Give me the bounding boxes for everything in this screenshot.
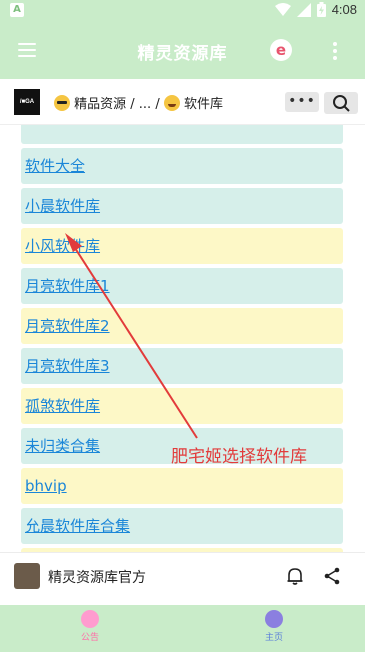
- breadcrumb-path[interactable]: 精品资源 / ... /: [74, 97, 160, 112]
- battery-icon: [316, 2, 326, 17]
- more-button[interactable]: •••: [285, 92, 319, 112]
- list-item-link[interactable]: 未归类合集: [25, 437, 100, 455]
- list-item[interactable]: 小晨软件库: [21, 188, 343, 224]
- notification-icon: A: [10, 3, 24, 17]
- sunglasses-emoji-icon: [54, 95, 70, 111]
- breadcrumb: 精品资源 / ... / 软件库: [54, 93, 223, 112]
- list-item[interactable]: 月亮软件库2: [21, 308, 343, 344]
- site-logo[interactable]: /■GA: [14, 89, 40, 115]
- list-item[interactable]: [21, 125, 343, 144]
- list-item-link[interactable]: 小晨软件库: [25, 197, 100, 215]
- tab-home[interactable]: 主页: [244, 610, 304, 643]
- list-item-link[interactable]: 月亮软件库3: [25, 357, 110, 375]
- signal-icon: [296, 2, 311, 17]
- list-item[interactable]: 允晨软件库合集: [21, 508, 343, 544]
- list-item[interactable]: 小风软件库: [21, 228, 343, 264]
- bottom-tab-bar: 公告 主页: [0, 605, 365, 652]
- search-icon: [333, 95, 350, 112]
- list-container: 软件大全小晨软件库小风软件库月亮软件库1 月亮软件库2 月亮软件库3 孤煞软件库未归类…: [21, 125, 343, 552]
- software-list: 软件大全小晨软件库小风软件库月亮软件库1 月亮软件库2 月亮软件库3 孤煞软件库未归类…: [0, 125, 365, 552]
- list-item[interactable]: bhvip: [21, 468, 343, 504]
- clock: 4:08: [331, 2, 357, 17]
- list-item[interactable]: 月亮软件库3: [21, 348, 343, 384]
- list-item-link[interactable]: 小风软件库: [25, 237, 100, 255]
- breadcrumb-header: /■GA 精品资源 / ... / 软件库 •••: [0, 79, 365, 125]
- list-item-link[interactable]: 孤煞软件库: [25, 397, 100, 415]
- list-item-link[interactable]: 允晨软件库合集: [25, 517, 130, 535]
- list-item-link[interactable]: bhvip: [25, 477, 67, 495]
- app-bar: 精灵资源库 e: [0, 22, 365, 79]
- search-button[interactable]: [324, 92, 358, 114]
- home-icon: [265, 610, 283, 628]
- list-item[interactable]: 软件大全: [21, 148, 343, 184]
- list-item-link[interactable]: 月亮软件库1: [25, 277, 110, 295]
- tab-announcement-label: 公告: [80, 633, 99, 643]
- edge-browser-icon[interactable]: e: [270, 39, 292, 61]
- bulb-icon: [81, 610, 99, 628]
- tab-home-label: 主页: [264, 633, 283, 643]
- list-item[interactable]: 月亮软件库1: [21, 268, 343, 304]
- app-title: 精灵资源库: [137, 44, 228, 64]
- status-bar: A 4:08: [0, 0, 365, 22]
- tab-announcement[interactable]: 公告: [60, 610, 120, 643]
- share-icon[interactable]: [322, 566, 342, 586]
- list-item-link[interactable]: 软件大全: [25, 157, 85, 175]
- list-item-link[interactable]: 月亮软件库2: [25, 317, 110, 335]
- annotation-text: 肥宅姬选择软件库: [171, 447, 307, 467]
- list-item[interactable]: 孤煞软件库: [21, 388, 343, 424]
- laughing-emoji-icon: [163, 95, 180, 111]
- more-vert-icon[interactable]: [333, 42, 339, 60]
- wifi-icon: [274, 2, 291, 16]
- avatar[interactable]: [14, 563, 40, 589]
- status-icons: 4:08: [274, 2, 357, 17]
- footer-info: 精灵资源库官方: [0, 552, 365, 598]
- breadcrumb-current: 软件库: [183, 97, 223, 112]
- footer-title: 精灵资源库官方: [48, 570, 146, 586]
- bell-icon[interactable]: [285, 566, 305, 586]
